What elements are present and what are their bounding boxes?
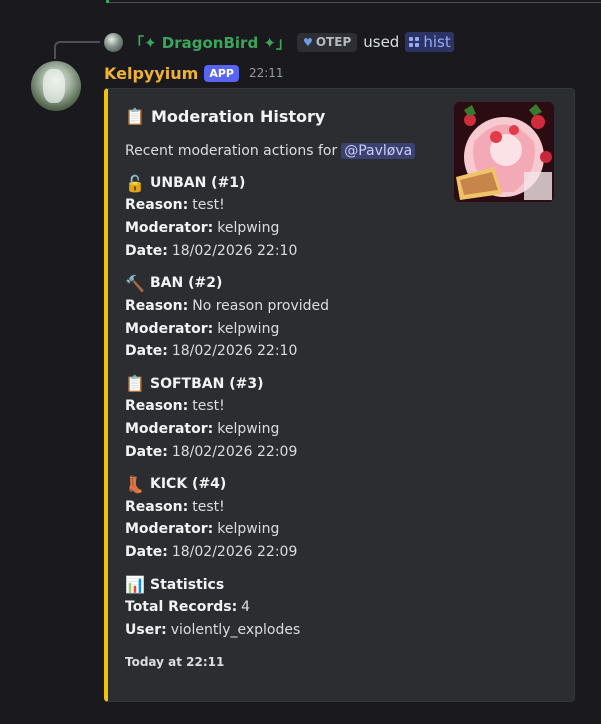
entry-reason: Reason: test! [125,395,445,418]
date-label: Date: [125,343,168,360]
reply-username[interactable]: 「✦ DragonBird ✦」 [129,32,291,53]
moderator-value: kelpwing [217,220,280,237]
entry-title-text: SOFTBAN (#3) [150,375,264,392]
heart-icon: ♥ [302,35,313,49]
moderator-label: Moderator: [125,420,214,437]
embed-description: Recent moderation actions for @Pavløva [125,140,445,162]
guild-tag-label: OTEP [315,35,352,49]
user-label: User: [125,621,167,638]
embed-title-text: Moderation History [151,106,326,126]
embed: 📋 Moderation History Recent moderation a… [104,88,575,702]
command-name: hist [423,33,451,51]
moderator-value: kelpwing [217,521,280,538]
history-entry: 👢 KICK (#4) Reason: test! Moderator: kelpw… [125,473,445,563]
app-badge: APP [204,64,239,82]
used-text: used [363,33,400,51]
embed-thumbnail[interactable] [454,102,554,202]
embed-title: 📋 Moderation History [125,103,445,129]
reply-connector [54,41,100,59]
user-value: violently_explodes [170,621,301,638]
top-divider [106,0,601,3]
entry-reason: Reason: test! [125,194,445,217]
entry-title-text: UNBAN (#1) [150,175,246,191]
date-value: 18/02/2026 22:09 [171,443,298,460]
clipboard-icon: 📋 [125,106,145,126]
entry-date: Date: 18/02/2026 22:09 [125,440,445,463]
entry-title: 👢 KICK (#4) [125,473,445,495]
reason-value: test! [192,498,225,515]
stats-user: User: violently_explodes [125,618,445,641]
entry-title-text: KICK (#4) [150,476,227,493]
reason-label: Reason: [125,398,189,415]
reason-label: Reason: [125,197,189,214]
total-records: Total Records: 4 [125,596,445,619]
reply-context[interactable]: 「✦ DragonBird ✦」 ♥ OTEP used hist [104,31,454,53]
date-label: Date: [125,242,168,259]
moderator-label: Moderator: [125,320,214,337]
statistics-title-text: Statistics [150,576,225,593]
reason-value: test! [192,398,225,415]
message-timestamp[interactable]: 22:11 [249,66,284,80]
user-mention[interactable]: @Pavløva [341,143,416,159]
history-entry: 📋 SOFTBAN (#3) Reason: test! Moderator: ke… [125,373,445,463]
moderator-label: Moderator: [125,220,214,237]
username[interactable]: Kelpyyium [104,64,198,83]
command-icon [408,36,420,48]
total-records-label: Total Records: [125,598,238,615]
message-header: Kelpyyium APP 22:11 [104,60,284,86]
statistics-title: 📊 Statistics [125,574,445,596]
history-entry: 🔓 UNBAN (#1) Reason: test! Moderator: kelp… [125,172,445,262]
entry-date: Date: 18/02/2026 22:10 [125,340,445,363]
entry-moderator: Moderator: kelpwing [125,518,445,541]
moderator-value: kelpwing [217,420,280,437]
statistics-field: 📊 Statistics Total Records: 4 User: violen… [125,574,445,642]
entry-moderator: Moderator: kelpwing [125,418,445,441]
entry-title-text: BAN (#2) [150,275,223,292]
entry-date: Date: 18/02/2026 22:09 [125,541,445,564]
date-label: Date: [125,443,168,460]
date-label: Date: [125,544,168,561]
avatar[interactable] [31,61,81,111]
boot-icon: 👢 [125,474,145,494]
hammer-icon: 🔨 [125,273,145,293]
entry-moderator: Moderator: kelpwing [125,317,445,340]
reason-label: Reason: [125,498,189,515]
embed-footer: Today at 22:11 [125,655,225,670]
clipboard-icon: 📋 [125,374,145,394]
entry-title: 🔓 UNBAN (#1) [125,172,445,194]
reason-value: No reason provided [192,297,330,314]
date-value: 18/02/2026 22:10 [171,242,298,259]
bar-chart-icon: 📊 [125,575,145,595]
history-entry: 🔨 BAN (#2) Reason: No reason provided Mod… [125,272,445,362]
entry-reason: Reason: No reason provided [125,294,445,317]
entry-date: Date: 18/02/2026 22:10 [125,240,445,263]
unlock-icon: 🔓 [125,173,145,193]
date-value: 18/02/2026 22:09 [171,544,298,561]
entry-reason: Reason: test! [125,495,445,518]
moderator-value: kelpwing [217,320,280,337]
total-records-value: 4 [241,598,251,615]
description-text: Recent moderation actions for [125,143,338,159]
entry-moderator: Moderator: kelpwing [125,217,445,240]
slash-command-mention[interactable]: hist [405,32,454,52]
reason-label: Reason: [125,297,189,314]
date-value: 18/02/2026 22:10 [171,343,298,360]
guild-tag[interactable]: ♥ OTEP [296,32,358,52]
entry-title: 🔨 BAN (#2) [125,272,445,294]
entry-title: 📋 SOFTBAN (#3) [125,373,445,395]
reply-avatar[interactable] [104,32,123,52]
reason-value: test! [192,197,225,214]
moderator-label: Moderator: [125,521,214,538]
